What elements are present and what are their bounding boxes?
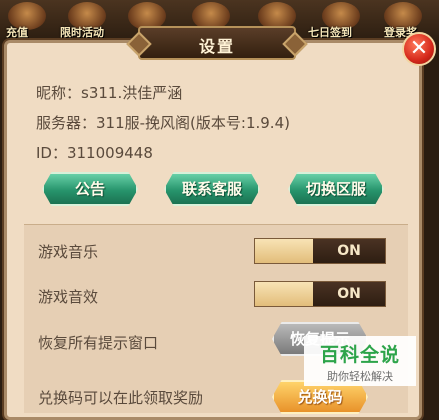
player-id-text: ID：311009448 [36, 144, 153, 162]
music-label: 游戏音乐 [38, 243, 99, 261]
switch-server-button[interactable]: 切换区服 [288, 172, 384, 206]
sfx-toggle-state: ON [313, 282, 385, 306]
restore-prompts-label: 恢复所有提示窗口 [38, 334, 159, 352]
topbar-label-limited: 限时活动 [60, 26, 104, 39]
notice-button[interactable]: 公告 [42, 172, 138, 206]
nickname-text: 昵称：s311.洪佳严涵 [36, 84, 183, 102]
topbar-label-signin: 七日签到 [308, 26, 352, 39]
topbar-label-recharge: 充值 [6, 26, 28, 39]
redeem-code-label: 兑换码可以在此领取奖励 [38, 389, 204, 407]
server-text: 服务器：311服-挽风阁(版本号:1.9.4) [36, 114, 290, 132]
watermark-title: 百科全说 [319, 344, 400, 366]
dialog-title: 设置 [198, 37, 235, 56]
music-toggle-state: ON [313, 239, 385, 263]
watermark-subtitle: 助你轻松解决 [327, 370, 393, 383]
sfx-toggle-knob [255, 282, 313, 306]
music-toggle-knob [255, 239, 313, 263]
close-button[interactable]: ✕ [402, 32, 436, 66]
contact-support-button[interactable]: 联系客服 [164, 172, 260, 206]
dialog-title-bar: 设置 [138, 26, 296, 60]
sfx-label: 游戏音效 [38, 288, 99, 306]
music-toggle[interactable]: ON [254, 238, 386, 264]
sfx-toggle[interactable]: ON [254, 281, 386, 307]
watermark-logo: 百科全说 助你轻松解决 [304, 336, 416, 386]
